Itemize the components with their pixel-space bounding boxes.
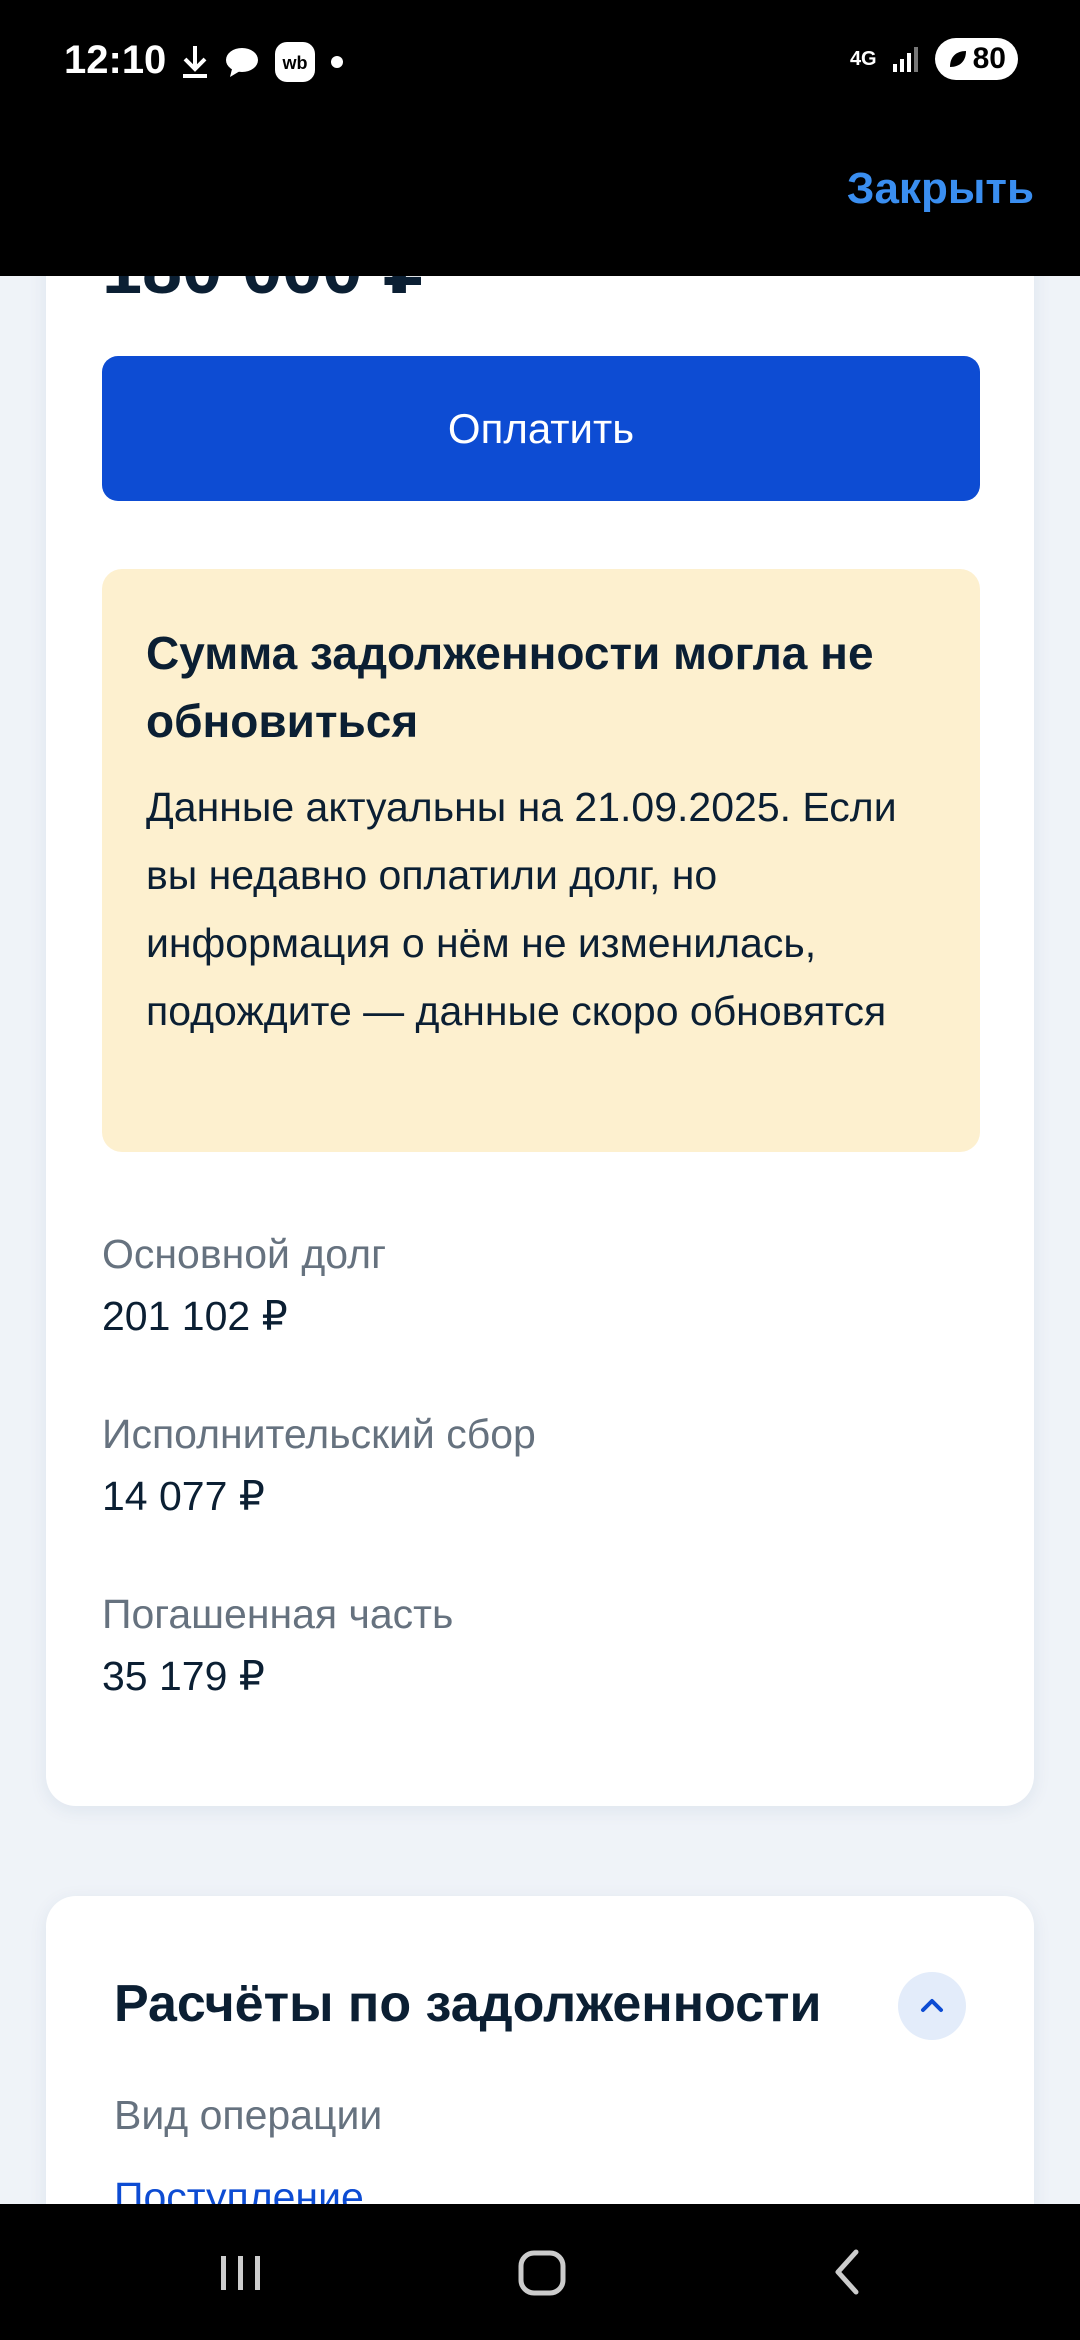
debt-card: 180 000 ₽ Оплатить Сумма задолженности м… (46, 276, 1034, 1806)
status-time: 12:10 (64, 38, 167, 82)
detail-repaid-part: Погашенная часть 35 179 ₽ (102, 1584, 453, 1708)
collapse-button[interactable] (898, 1972, 966, 2040)
detail-value: 35 179 ₽ (102, 1653, 265, 1699)
chevron-up-icon (921, 1999, 943, 2012)
warning-notice: Сумма задолженности могла не обновиться … (102, 569, 980, 1152)
status-bar: 12:10 wb 4G 80 (0, 0, 1080, 120)
status-right-icons: 4G 80 (850, 38, 1018, 80)
chat-icon (226, 48, 258, 77)
settlements-card: Расчёты по задолженности Вид операции По… (46, 1896, 1034, 2204)
svg-text:wb: wb (282, 53, 308, 73)
network-4g-icon: 4G (849, 47, 877, 70)
status-left-icons: wb (180, 40, 344, 84)
detail-principal-debt: Основной долг 201 102 ₽ (102, 1224, 386, 1348)
recent-apps-icon[interactable] (211, 2242, 271, 2302)
wb-app-icon: wb (275, 42, 315, 82)
leaf-icon (949, 51, 966, 67)
warning-title: Сумма задолженности могла не обновиться (146, 627, 874, 747)
detail-label: Погашенная часть (102, 1591, 454, 1637)
operation-type-label: Вид операции (114, 2092, 383, 2138)
debt-total-amount: 180 000 ₽ (102, 276, 432, 310)
settlements-title: Расчёты по задолженности (114, 1975, 822, 2033)
content-area[interactable]: 180 000 ₽ Оплатить Сумма задолженности м… (0, 276, 1080, 2204)
detail-label: Исполнительский сбор (102, 1411, 536, 1457)
operation-type-link[interactable]: Поступление (114, 2174, 364, 2204)
signal-icon (892, 47, 918, 72)
close-button[interactable]: Закрыть (847, 164, 1034, 214)
back-icon[interactable] (818, 2242, 878, 2302)
pay-button[interactable]: Оплатить (102, 356, 980, 501)
modal-header: Закрыть (0, 120, 1080, 276)
detail-value: 14 077 ₽ (102, 1473, 265, 1519)
battery-icon: 80 (934, 38, 1018, 80)
detail-enforcement-fee: Исполнительский сбор 14 077 ₽ (102, 1404, 536, 1528)
home-icon[interactable] (512, 2242, 572, 2302)
detail-label: Основной долг (102, 1231, 387, 1277)
navigation-bar (0, 2204, 1080, 2340)
download-icon (183, 46, 207, 78)
warning-text: Данные актуальны на 21.09.2025. Если вы … (146, 784, 897, 1034)
dot-icon (331, 56, 343, 68)
battery-level: 80 (972, 42, 1006, 75)
detail-value: 201 102 ₽ (102, 1293, 288, 1339)
